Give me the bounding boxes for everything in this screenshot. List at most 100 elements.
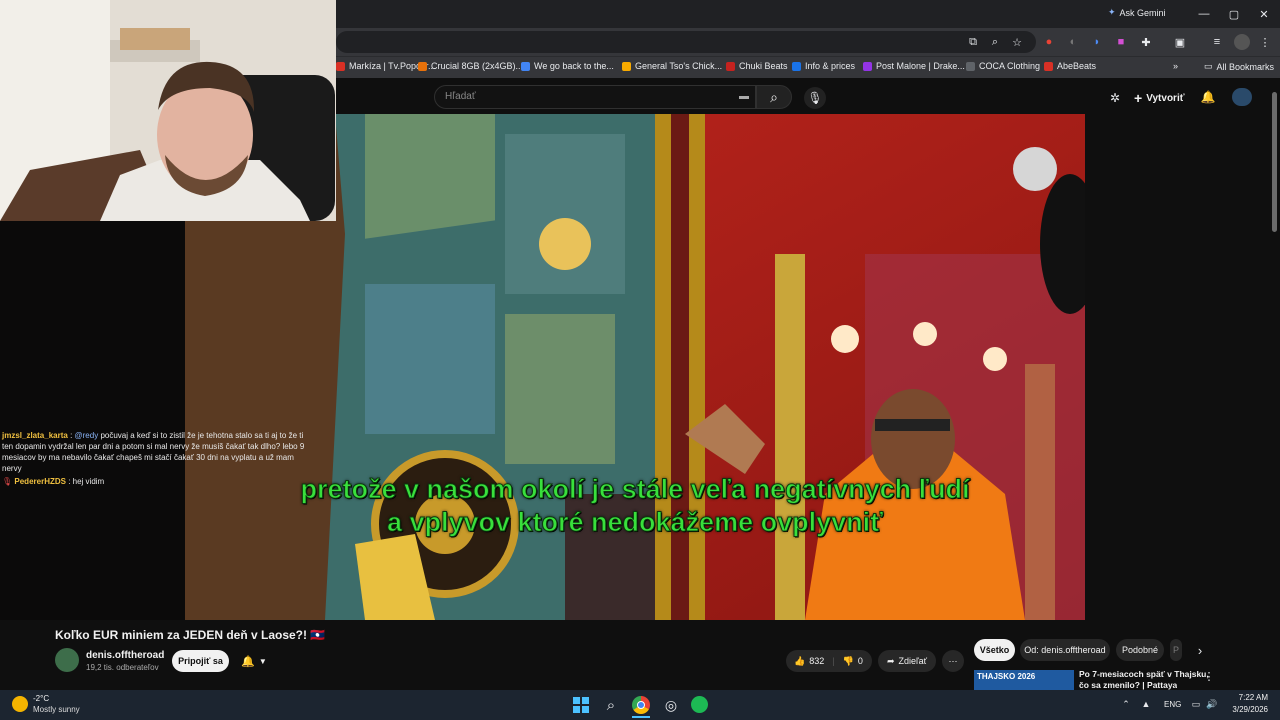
bookmark-item[interactable]: AbeBeats xyxy=(1044,61,1096,71)
notifications-bell-icon[interactable]: 🔔 xyxy=(1200,89,1216,105)
weather-sun-icon[interactable] xyxy=(12,696,28,712)
extension-blue-icon[interactable]: ◗ xyxy=(1090,35,1104,49)
bookmark-favicon-icon xyxy=(726,61,735,71)
webcam-frame xyxy=(0,0,336,221)
next-video-title[interactable]: Po 7-mesiacoch späť v Thajsku, xyxy=(1079,669,1209,679)
weather-temp[interactable]: -2°C xyxy=(33,694,49,703)
dislike-count: 0 xyxy=(857,655,863,666)
clock-date[interactable]: 3/29/2026 xyxy=(1222,705,1268,714)
microphone-icon[interactable]: 🎙 xyxy=(804,87,826,109)
keyboard-icon[interactable]: ▬ xyxy=(739,91,749,102)
clock-time[interactable]: 7:22 AM xyxy=(1222,693,1268,702)
dislike-button[interactable]: 👎 0 xyxy=(843,656,863,667)
chip-related[interactable]: Podobné xyxy=(1116,639,1164,661)
chat-username[interactable]: PedererHZDS xyxy=(14,477,66,486)
gemini-icon: ✦ xyxy=(1108,7,1116,17)
zoom-icon[interactable]: ⌕ xyxy=(988,35,1002,49)
bookmark-item[interactable]: Crucial 8GB (2x4GB)... xyxy=(418,61,523,71)
weather-text[interactable]: Mostly sunny xyxy=(33,705,80,714)
share-button[interactable]: ➦ Zdieľať xyxy=(878,650,936,672)
share-label: Zdieľať xyxy=(898,656,928,666)
bookmark-favicon-icon xyxy=(1044,61,1053,71)
like-button[interactable]: 👍 832 xyxy=(794,656,824,667)
account-avatar[interactable] xyxy=(1232,88,1252,106)
channel-name[interactable]: denis.offtheroad xyxy=(86,650,164,661)
bookmark-label: General Tso's Chick... xyxy=(635,61,723,71)
tray-shield-icon[interactable]: ▲ xyxy=(1140,698,1152,710)
maximize-button[interactable]: ▢ xyxy=(1218,0,1250,28)
more-bookmarks-button[interactable]: » xyxy=(1173,61,1178,71)
tray-overflow-icon[interactable]: ⌃ xyxy=(1120,698,1132,710)
address-bar[interactable] xyxy=(336,31,1036,53)
bookmark-favicon-icon xyxy=(336,61,345,71)
obs-taskbar-icon[interactable]: ◎ xyxy=(662,696,680,714)
chevron-down-icon: ▼ xyxy=(258,656,267,666)
bookmark-favicon-icon xyxy=(792,61,801,71)
create-button[interactable]: + Vytvoriť xyxy=(1134,90,1185,106)
bookmark-item[interactable]: COCA Clothing xyxy=(966,61,1040,71)
notification-bell-button[interactable]: 🔔 ▼ xyxy=(234,650,274,672)
plus-icon: + xyxy=(1134,90,1143,106)
stream-chat: jmzsl_zlata_karta : @redy počuvaj a keď … xyxy=(2,430,307,487)
ask-gemini-label: Ask Gemini xyxy=(1119,7,1166,18)
bookmark-label: Info & prices xyxy=(805,61,856,71)
chat-message: jmzsl_zlata_karta : @redy počuvaj a keď … xyxy=(2,430,307,474)
chip-all[interactable]: Všetko xyxy=(974,639,1015,661)
search-button[interactable]: ⌕ xyxy=(756,85,792,109)
chip-from-channel[interactable]: Od: denis.offtheroad xyxy=(1020,639,1110,661)
join-button[interactable]: Pripojiť sa xyxy=(172,650,229,672)
cast-settings-icon[interactable]: ✲ xyxy=(1107,90,1123,106)
bookmark-item[interactable]: Chuki Beats xyxy=(726,61,788,71)
extensions-puzzle-icon[interactable]: ✚ xyxy=(1139,35,1153,49)
chrome-menu-icon[interactable]: ⋮ xyxy=(1258,35,1272,49)
chat-message: 🎙 PedererHZDS : hej vidim xyxy=(2,476,307,487)
share-icon: ➦ xyxy=(886,655,895,666)
video-title: Koľko EUR miniem za JEDEN deň v Laose?! … xyxy=(55,628,326,642)
bookmark-label: Chuki Beats xyxy=(739,61,788,71)
active-app-indicator xyxy=(632,716,650,718)
chevron-right-icon[interactable]: › xyxy=(1192,642,1208,658)
thumbs-down-icon: 👎 xyxy=(842,655,854,666)
bookmark-label: Post Malone | Drake... xyxy=(876,61,965,71)
chat-username[interactable]: jmzsl_zlata_karta xyxy=(2,431,68,440)
all-bookmarks-button[interactable]: ▭ All Bookmarks xyxy=(1204,61,1274,72)
language-indicator[interactable]: ENG xyxy=(1164,700,1181,709)
bookmark-favicon-icon xyxy=(863,61,872,71)
extension-purple-icon[interactable]: ■ xyxy=(1114,35,1128,49)
extension-gray-icon[interactable]: ◐ xyxy=(1066,35,1080,49)
next-video-title-2[interactable]: čo sa zmenilo? | Pattaya xyxy=(1079,680,1177,690)
chrome-taskbar-icon[interactable] xyxy=(632,696,650,714)
profile-avatar[interactable] xyxy=(1234,34,1250,50)
volume-icon[interactable]: 🔊 xyxy=(1206,698,1218,710)
network-icon[interactable]: ▭ xyxy=(1190,698,1202,710)
search-input[interactable]: Hľadať ▬ xyxy=(434,85,756,109)
create-label: Vytvoriť xyxy=(1146,92,1185,104)
subtitle-line-1: pretože v našom okolí je stále veľa nega… xyxy=(300,474,970,505)
next-video-thumbnail[interactable]: THAJSKO 2026 xyxy=(974,670,1074,690)
right-sidebar-area xyxy=(1085,114,1280,620)
close-button[interactable]: ✕ xyxy=(1248,0,1280,28)
ask-gemini-button[interactable]: ✦ Ask Gemini xyxy=(1108,7,1166,18)
bookmark-item[interactable]: Post Malone | Drake... xyxy=(863,61,965,71)
bookmark-favicon-icon xyxy=(521,61,530,71)
bookmark-item[interactable]: We go back to the... xyxy=(521,61,614,71)
minimize-button[interactable]: — xyxy=(1188,0,1220,28)
bookmark-item[interactable]: Info & prices xyxy=(792,61,855,71)
spotify-taskbar-icon[interactable] xyxy=(691,696,708,713)
bookmark-star-icon[interactable]: ☆ xyxy=(1010,35,1024,49)
next-video-menu-icon[interactable]: ⋮ xyxy=(1203,670,1215,683)
cast-icon[interactable]: ⧉ xyxy=(966,35,980,49)
more-actions-button[interactable]: ⋯ xyxy=(942,650,964,672)
bookmark-favicon-icon xyxy=(418,61,427,71)
chip-partial[interactable]: P xyxy=(1170,639,1182,661)
taskbar-search-icon[interactable]: ⌕ xyxy=(602,696,620,714)
bookmark-item[interactable]: General Tso's Chick... xyxy=(622,61,722,71)
side-panel-icon[interactable]: ▣ xyxy=(1173,35,1187,49)
subscriber-count: 19,2 tis. odberateľov xyxy=(86,663,159,672)
reading-list-icon[interactable]: ≡ xyxy=(1210,35,1224,49)
search-icon: ⌕ xyxy=(770,88,778,105)
windows-start-icon[interactable] xyxy=(573,697,589,713)
page-scrollbar[interactable] xyxy=(1272,92,1277,232)
extension-red-icon[interactable]: ● xyxy=(1042,35,1056,49)
channel-avatar[interactable] xyxy=(55,648,79,672)
